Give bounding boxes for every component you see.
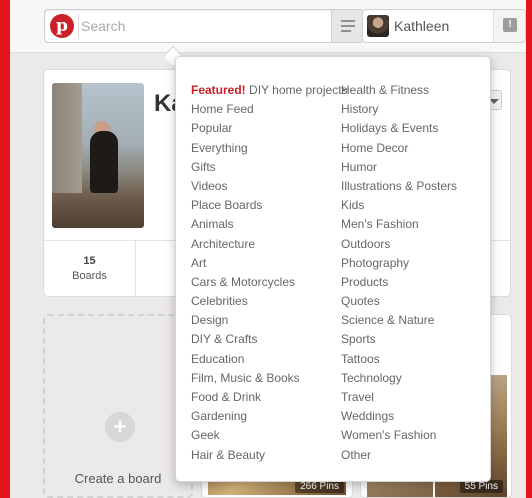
category-item[interactable]: Gifts: [191, 158, 348, 177]
avatar: [367, 15, 389, 37]
category-item[interactable]: Products: [341, 273, 457, 292]
header-bar: p Kathleen !: [10, 0, 526, 53]
category-item[interactable]: Illustrations & Posters: [341, 177, 457, 196]
category-item[interactable]: Education: [191, 350, 348, 369]
category-item[interactable]: Design: [191, 311, 348, 330]
category-item[interactable]: Science & Nature: [341, 311, 457, 330]
search-input[interactable]: [81, 13, 311, 39]
featured-label: DIY home projects: [249, 83, 348, 97]
pinterest-logo-icon[interactable]: p: [50, 14, 74, 38]
category-item[interactable]: Photography: [341, 254, 457, 273]
plus-icon: +: [105, 412, 135, 442]
category-item[interactable]: Celebrities: [191, 292, 348, 311]
category-item[interactable]: Popular: [191, 119, 348, 138]
profile-photo: [52, 83, 144, 228]
categories-menu-button[interactable]: [331, 10, 363, 42]
category-item[interactable]: Home Feed: [191, 100, 348, 119]
search-bar: p: [44, 9, 364, 43]
category-item[interactable]: Film, Music & Books: [191, 369, 348, 388]
category-item[interactable]: Food & Drink: [191, 388, 348, 407]
category-item[interactable]: History: [341, 100, 457, 119]
category-item[interactable]: Art: [191, 254, 348, 273]
category-item[interactable]: Sports: [341, 330, 457, 349]
category-item[interactable]: Quotes: [341, 292, 457, 311]
category-item[interactable]: Cars & Motorcycles: [191, 273, 348, 292]
category-item[interactable]: Health & Fitness: [341, 81, 457, 100]
category-item[interactable]: Technology: [341, 369, 457, 388]
category-item[interactable]: Videos: [191, 177, 348, 196]
category-item[interactable]: Animals: [191, 215, 348, 234]
user-menu-button[interactable]: Kathleen !: [362, 9, 526, 43]
categories-right-column: Health & Fitness History Holidays & Even…: [341, 81, 457, 465]
boards-stat-tab[interactable]: 15 Boards: [44, 241, 136, 297]
categories-left-column: Featured! DIY home projects Home Feed Po…: [191, 81, 348, 465]
category-item[interactable]: Geek: [191, 426, 348, 445]
categories-dropdown: Featured! DIY home projects Home Feed Po…: [175, 56, 491, 482]
boards-label: Boards: [72, 270, 107, 282]
category-item[interactable]: Outdoors: [341, 235, 457, 254]
right-red-border: [526, 0, 532, 498]
notifications-icon: !: [503, 18, 517, 32]
category-item[interactable]: Kids: [341, 196, 457, 215]
user-name: Kathleen: [394, 18, 450, 34]
category-item[interactable]: Gardening: [191, 407, 348, 426]
category-item[interactable]: Humor: [341, 158, 457, 177]
category-item[interactable]: Home Decor: [341, 139, 457, 158]
create-board-tile[interactable]: + Create a board: [43, 314, 193, 498]
featured-tag: Featured!: [191, 83, 246, 97]
category-item[interactable]: Hair & Beauty: [191, 446, 348, 465]
category-item[interactable]: Travel: [341, 388, 457, 407]
search-divider: [78, 14, 79, 38]
left-red-border: [0, 0, 10, 498]
category-featured[interactable]: Featured! DIY home projects: [191, 81, 348, 100]
category-item[interactable]: DIY & Crafts: [191, 330, 348, 349]
create-board-label: Create a board: [74, 471, 162, 486]
category-item[interactable]: Other: [341, 446, 457, 465]
category-item[interactable]: Men's Fashion: [341, 215, 457, 234]
category-item[interactable]: Place Boards: [191, 196, 348, 215]
category-item[interactable]: Tattoos: [341, 350, 457, 369]
category-item[interactable]: Weddings: [341, 407, 457, 426]
notifications-button[interactable]: !: [493, 10, 525, 42]
category-item[interactable]: Women's Fashion: [341, 426, 457, 445]
category-item[interactable]: Architecture: [191, 235, 348, 254]
category-item[interactable]: Everything: [191, 139, 348, 158]
category-item[interactable]: Holidays & Events: [341, 119, 457, 138]
boards-count: 15: [83, 255, 96, 267]
